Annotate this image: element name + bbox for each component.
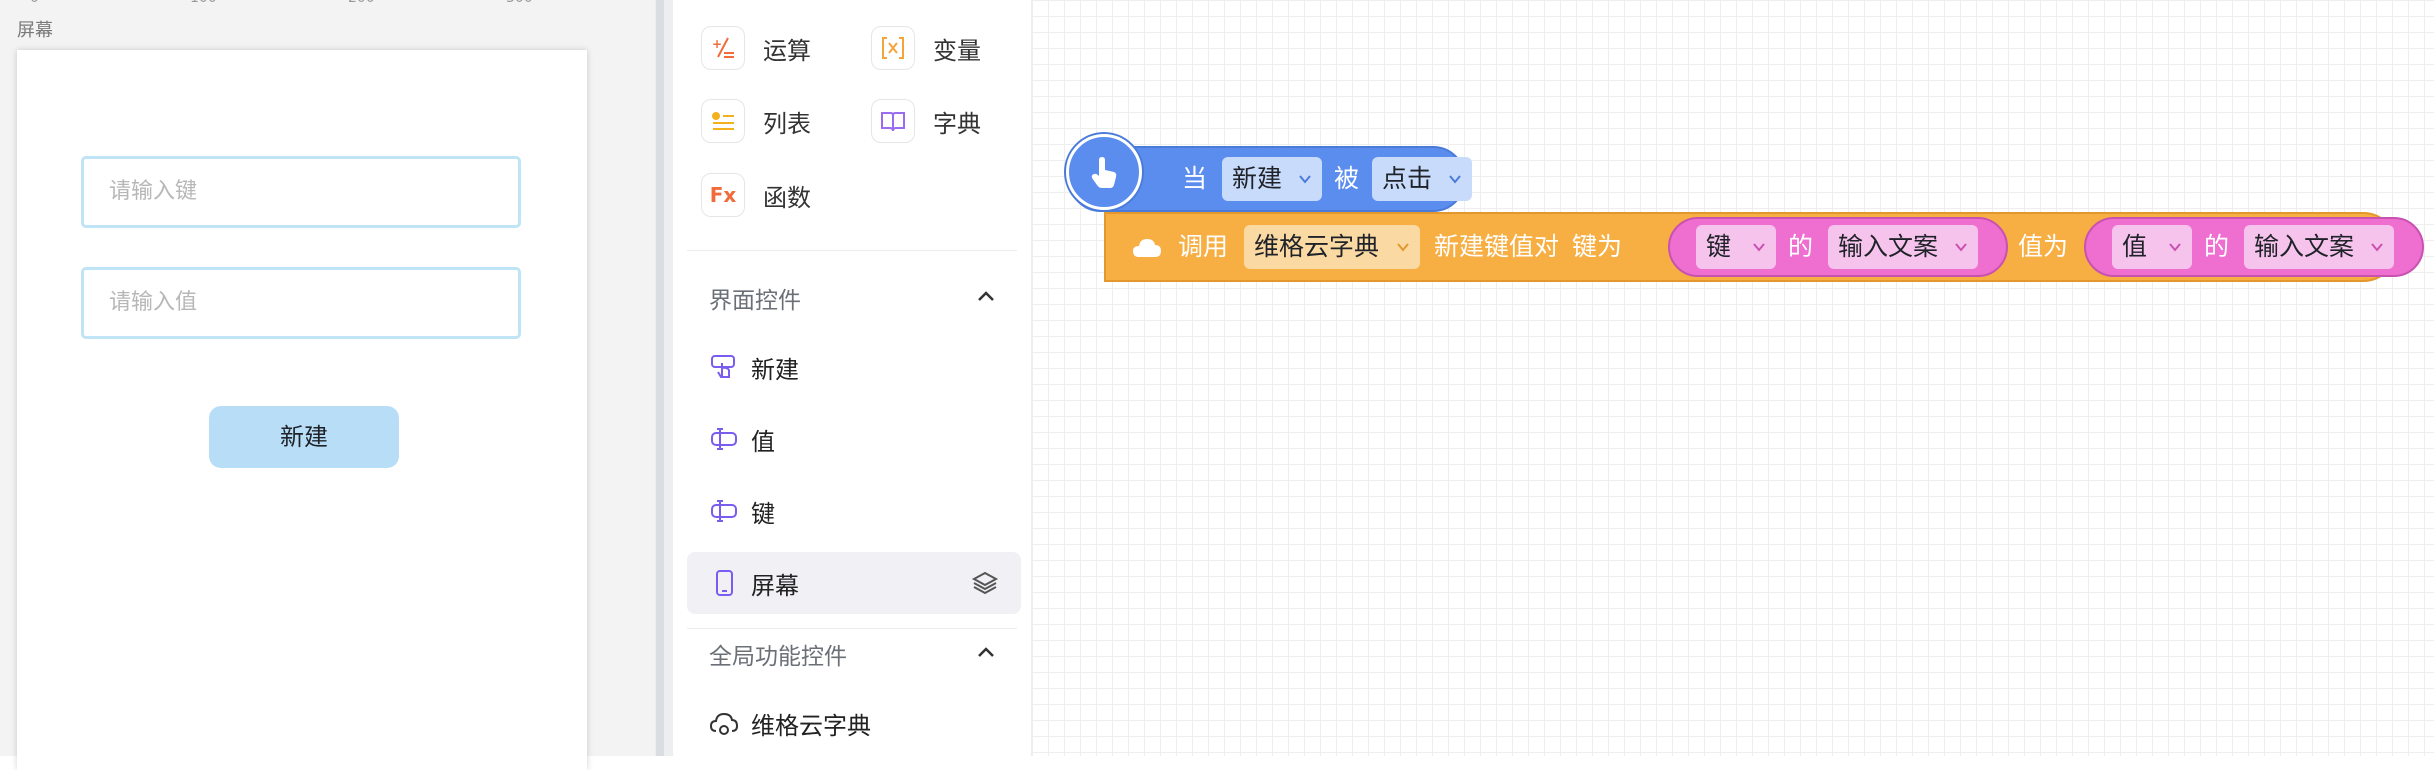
when-label: 当 — [1182, 164, 1208, 193]
dropdown-value: 键 — [1706, 232, 1732, 261]
dropdown-value: 值 — [2122, 232, 2148, 261]
component-label: 新建 — [751, 355, 799, 384]
of-label: 的 — [1788, 232, 1814, 261]
component-item-screen[interactable]: 屏幕 — [687, 552, 1021, 614]
global-section-title: 全局功能控件 — [709, 644, 847, 670]
key-getter-block[interactable]: 键 的 输入文案 — [1668, 217, 2008, 277]
ruler-tick: 300 — [506, 0, 533, 6]
call-label: 调用 — [1178, 232, 1229, 261]
component-label: 维格云字典 — [751, 711, 871, 740]
ruler-tick: 200 — [348, 0, 375, 6]
category-label: 列表 — [763, 109, 811, 138]
category-label: 变量 — [933, 36, 981, 65]
category-dictionary[interactable]: 字典 — [871, 97, 981, 145]
category-label: 运算 — [763, 36, 811, 65]
dropdown-value: 输入文案 — [2254, 232, 2355, 261]
key-component-dropdown[interactable]: 键 — [1696, 225, 1776, 269]
chevron-down-icon — [1299, 175, 1311, 184]
value-component-dropdown[interactable]: 值 — [2112, 225, 2192, 269]
variable-icon — [871, 26, 915, 70]
dropdown-value: 输入文案 — [1838, 232, 1939, 261]
layers-icon[interactable] — [971, 569, 999, 597]
phone-screen[interactable]: 请输入键 请输入值 新建 — [17, 50, 587, 770]
hand-pointer-icon — [1066, 134, 1142, 210]
svg-text:+: + — [712, 37, 722, 51]
cloud-icon — [1133, 239, 1161, 257]
ruler-tick: 100 — [190, 0, 217, 6]
value-getter-block[interactable]: 值 的 输入文案 — [2084, 217, 2424, 277]
function-fx-icon: Fx — [701, 173, 745, 217]
category-variable[interactable]: 变量 — [871, 24, 981, 72]
category-function[interactable]: Fx 函数 — [701, 171, 811, 219]
component-item-value[interactable]: 值 — [687, 408, 1021, 470]
list-icon — [701, 99, 745, 143]
category-list[interactable]: 列表 — [701, 97, 811, 145]
ruler-tick: 0 — [30, 0, 39, 6]
button-tap-icon — [709, 352, 739, 382]
value-input[interactable]: 请输入值 — [81, 267, 521, 339]
screen-preview-panel: 0 100 200 300 屏幕 请输入键 请输入值 新建 — [0, 0, 655, 770]
key-property-dropdown[interactable]: 输入文案 — [1828, 225, 1978, 269]
category-math[interactable]: + 运算 — [701, 24, 811, 72]
input-field-icon — [709, 424, 739, 454]
divider — [687, 628, 1017, 629]
math-operator-icon: + — [701, 26, 745, 70]
service-component-dropdown[interactable]: 维格云字典 — [1244, 225, 1420, 269]
key-param-label: 键为 — [1572, 232, 1623, 261]
ui-section-title: 界面控件 — [709, 288, 801, 314]
chevron-down-icon — [1753, 243, 1765, 252]
component-item-new[interactable]: 新建 — [687, 336, 1021, 398]
panel-splitter[interactable] — [655, 0, 673, 756]
blocks-palette: + 运算 变量 列表 字典 Fx 函数 界面控件 新建 值 键 屏幕 全局功能控… — [673, 0, 1032, 756]
component-item-vika-dictionary[interactable]: 维格云字典 — [687, 692, 1021, 754]
dropdown-value: 新建 — [1232, 164, 1283, 193]
cloud-dictionary-icon — [709, 708, 739, 738]
chevron-down-icon — [2371, 243, 2383, 252]
component-dropdown[interactable]: 新建 — [1222, 157, 1322, 201]
by-label: 被 — [1334, 164, 1360, 193]
chevron-down-icon — [1955, 243, 1967, 252]
chevron-down-icon — [1449, 175, 1461, 184]
chevron-up-icon[interactable] — [975, 286, 997, 308]
category-label: 字典 — [933, 109, 981, 138]
value-param-label: 值为 — [2018, 232, 2069, 261]
splitter-grip[interactable] — [656, 0, 664, 756]
component-label: 值 — [751, 427, 775, 456]
component-item-key[interactable]: 键 — [687, 480, 1021, 542]
new-button[interactable]: 新建 — [209, 406, 399, 468]
screen-caption: 屏幕 — [17, 20, 53, 41]
chevron-up-icon[interactable] — [975, 642, 997, 664]
chevron-down-icon — [1397, 243, 1409, 252]
chevron-down-icon — [2169, 243, 2181, 252]
dropdown-value: 维格云字典 — [1254, 232, 1380, 261]
call-block-create-key-value[interactable]: 调用 维格云字典 新建键值对 键为 键 的 输入文案 值为 值 的 输入文案 — [1104, 212, 2424, 282]
category-label: 函数 — [763, 183, 811, 212]
dictionary-book-icon — [871, 99, 915, 143]
component-label: 键 — [751, 499, 775, 528]
dropdown-value: 点击 — [1382, 164, 1433, 193]
blocks-workspace[interactable]: 当 新建 被 点击 调用 维格云字典 新建键值对 键为 键 的 输入文案 值为 … — [1032, 0, 2434, 756]
of-label: 的 — [2204, 232, 2230, 261]
phone-screen-icon — [709, 568, 739, 598]
divider — [687, 250, 1017, 251]
input-field-icon — [709, 496, 739, 526]
component-label: 屏幕 — [751, 571, 799, 600]
value-property-dropdown[interactable]: 输入文案 — [2244, 225, 2394, 269]
event-dropdown[interactable]: 点击 — [1372, 157, 1472, 201]
key-input[interactable]: 请输入键 — [81, 156, 521, 228]
method-label: 新建键值对 — [1434, 232, 1560, 261]
